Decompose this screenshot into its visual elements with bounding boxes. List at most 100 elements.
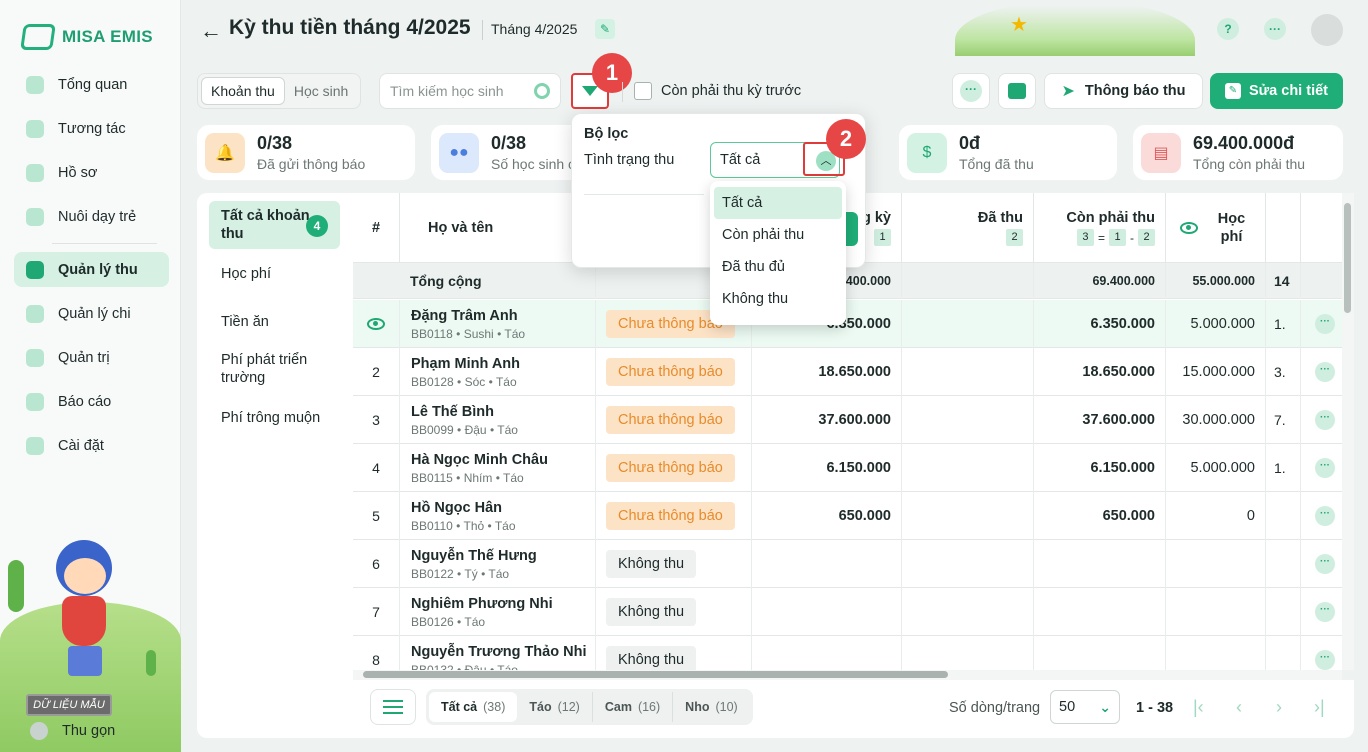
table-row[interactable]: 8 Nguyễn Trương Thảo Nhi BB0132 • Đậu • Tá… [353,636,1342,670]
fee-type-all[interactable]: Tất cả khoản thu 4 [209,201,340,249]
formula-op: - [1130,230,1134,245]
last-page-icon[interactable]: ›| [1314,697,1325,718]
fee-type-late-care[interactable]: Phí trông muộn [209,409,340,427]
student-cell[interactable]: Phạm Minh Anh BB0128 • Sóc • Táo [400,348,596,396]
sidebar-item-label: Nuôi dạy trẻ [58,208,137,225]
stat-label: Tổng đã thu [959,156,1034,172]
misa-emis-logo[interactable]: MISA EMIS [20,24,153,50]
sidebar-item-interaction[interactable]: Tương tác [14,111,169,146]
step-marker-1: 1 [592,53,632,93]
sidebar-item-reports[interactable]: Báo cáo [14,384,169,419]
tuition-amount: 5.000.000 [1166,444,1266,492]
sidebar-item-overview[interactable]: Tổng quan [14,67,169,102]
col-period-label: g kỳ [861,210,891,226]
dot-sep: • [457,614,462,629]
dot-sep: • [497,326,502,341]
vertical-scrollbar[interactable] [1342,193,1354,670]
previous-period-checkbox[interactable]: Còn phải thu kỳ trước [634,82,801,100]
table-row[interactable]: 6 Nguyễn Thế Hưng BB0122 • Tý • Táo Không t… [353,540,1342,588]
edit-details-button[interactable]: ✎ Sửa chi tiết [1210,73,1343,109]
first-page-icon[interactable]: |‹ [1193,697,1204,718]
fee-type-tuition[interactable]: Học phí [209,265,340,283]
scroll-thumb[interactable] [1344,203,1351,313]
horizontal-scrollbar[interactable] [353,670,1342,680]
sidebar-item-revenue[interactable]: Quản lý thu [14,252,169,287]
tab-tao[interactable]: Táo (12) [517,692,593,722]
edit-month-icon[interactable]: ✎ [595,19,615,39]
sidebar-item-expense[interactable]: Quản lý chi [14,296,169,331]
send-icon: ➤ [1061,83,1075,100]
table-row[interactable]: 7 Nghiêm Phương Nhi BB0126 • Táo Không thu ·… [353,588,1342,636]
sidebar-item-settings[interactable]: Cài đặt [14,428,169,463]
column-menu-button[interactable] [370,689,416,725]
table-row[interactable]: 2 Phạm Minh Anh BB0128 • Sóc • Táo Chưa thô… [353,348,1342,396]
collapse-sidebar-button[interactable]: Thu gọn [30,722,115,740]
rows-per-page-select[interactable]: 50 ⌄ [1050,690,1120,724]
checkbox-box[interactable] [634,82,652,100]
student-cell[interactable]: Hồ Ngọc Hân BB0110 • Thỏ • Táo [400,492,596,540]
collapse-label: Thu gọn [62,723,116,739]
tab-cam[interactable]: Cam (16) [593,692,674,722]
row-number: 2 [353,348,400,396]
scroll-thumb[interactable] [363,671,948,678]
dot-sep: • [456,326,461,341]
table-row[interactable]: Đặng Trâm Anh BB0118 • Sushi • Táo Chưa th… [353,300,1342,348]
remaining-amount: 6.350.000 [1034,300,1166,348]
col-no: # [353,193,400,263]
fee-type-meals[interactable]: Tiền ăn [209,313,340,331]
row-more-icon[interactable]: ··· [1315,314,1335,334]
option-all[interactable]: Tất cả [714,187,842,219]
row-more-icon[interactable]: ··· [1315,458,1335,478]
row-more-icon[interactable]: ··· [1315,362,1335,382]
send-icon [26,119,44,138]
sidebar-item-admin[interactable]: Quản trị [14,340,169,375]
student-cell[interactable]: Nghiêm Phương Nhi BB0126 • Táo [400,588,596,636]
tab-nho[interactable]: Nho (10) [673,692,750,722]
row-more-icon[interactable]: ··· [1315,554,1335,574]
row-more-icon[interactable]: ··· [1315,650,1335,670]
student-code: BB0099 [411,422,454,437]
more-icon[interactable]: ··· [1264,18,1286,40]
help-icon[interactable]: ? [1217,18,1239,40]
notify-payment-button[interactable]: ➤ Thông báo thu [1044,73,1203,109]
tab-all[interactable]: Tất cả (38) [429,692,518,722]
sidebar-item-childcare[interactable]: Nuôi dạy trẻ [14,199,169,234]
stat-value: 0đ [959,133,981,153]
table-row[interactable]: 4 Hà Ngọc Minh Châu BB0115 • Nhím • Táo Chư… [353,444,1342,492]
row-more-icon[interactable]: ··· [1315,410,1335,430]
student-group: Táo [464,614,486,629]
next-page-icon[interactable]: › [1276,697,1282,718]
paid-amount [902,444,1034,492]
row-more-icon[interactable]: ··· [1315,506,1335,526]
print-button[interactable] [998,73,1036,109]
student-cell[interactable]: Đặng Trâm Anh BB0118 • Sushi • Táo [400,300,596,348]
pencil-icon: ✎ [1225,83,1241,99]
student-cell[interactable]: Lê Thế Bình BB0099 • Đậu • Táo [400,396,596,444]
option-fully-paid[interactable]: Đã thu đủ [714,251,842,283]
back-arrow-icon[interactable]: ← [200,18,222,44]
student-meta: BB0118 • Sushi • Táo [411,327,525,341]
page-range: 1 - 38 [1136,700,1174,716]
prev-page-icon[interactable]: ‹ [1236,697,1242,718]
option-remaining[interactable]: Còn phải thu [714,219,842,251]
avatar[interactable] [1311,14,1343,46]
sidebar-item-records[interactable]: Hồ sơ [14,155,169,190]
more-actions-button[interactable]: ··· [952,73,990,109]
chart-line-icon [26,260,44,279]
col-paid: Đã thu 2 [902,193,1034,263]
row-more-icon[interactable]: ··· [1315,602,1335,622]
student-cell[interactable]: Nguyễn Thế Hưng BB0122 • Tý • Táo [400,540,596,588]
eye-icon[interactable] [1179,222,1198,234]
student-cell[interactable]: Hà Ngọc Minh Châu BB0115 • Nhím • Táo [400,444,596,492]
search-input[interactable]: Tìm kiếm học sinh [379,73,561,109]
table-row[interactable]: 3 Lê Thế Bình BB0099 • Đậu • Táo Chưa thông… [353,396,1342,444]
dot-sep: • [495,470,500,485]
tab-fee[interactable]: Khoản thu [201,77,285,105]
fee-type-development[interactable]: Phí phát triển trường [209,351,340,387]
student-cell[interactable]: Nguyễn Trương Thảo Nhi BB0132 • Đậu • Táo [400,636,596,670]
option-not-collected[interactable]: Không thu [714,283,842,315]
eye-icon[interactable] [367,318,385,330]
tree-illustration [8,560,24,612]
tab-student[interactable]: Học sinh [285,77,357,105]
table-row[interactable]: 5 Hồ Ngọc Hân BB0110 • Thỏ • Táo Chưa thông… [353,492,1342,540]
